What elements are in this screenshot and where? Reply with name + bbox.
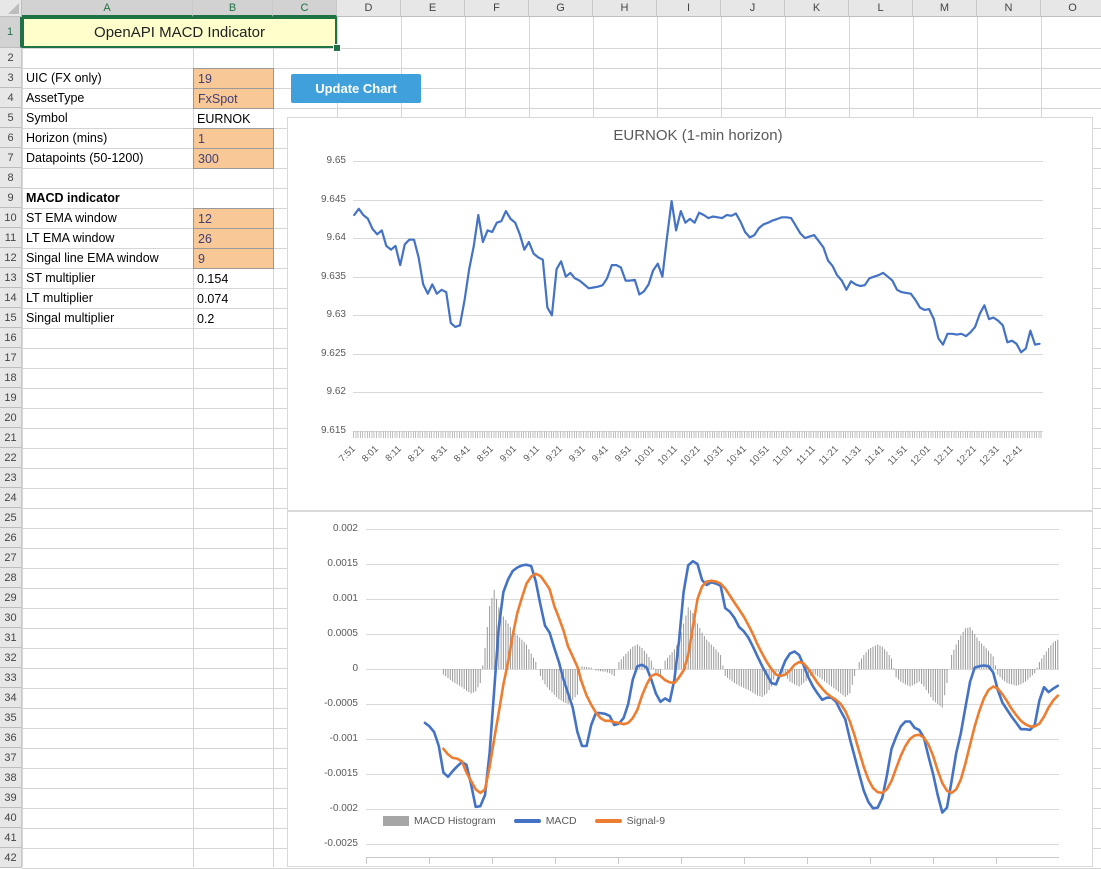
legend-histogram-swatch: [383, 816, 409, 826]
y-axis-label: 0.002: [288, 523, 358, 534]
gridline: [353, 277, 1043, 278]
cell-A10[interactable]: ST EMA window: [22, 208, 193, 228]
cell-B12[interactable]: 9: [193, 248, 274, 269]
cell-B5[interactable]: EURNOK: [193, 108, 274, 129]
gridline: [366, 704, 1059, 705]
legend-histogram-label: MACD Histogram: [414, 815, 496, 827]
cell-A15[interactable]: Singal multiplier: [22, 308, 193, 328]
sheet-title: OpenAPI MACD Indicator: [94, 24, 265, 41]
gridline: [366, 844, 1059, 845]
cell-B10[interactable]: 12: [193, 208, 274, 229]
excel-window: { "sheet": { "title_cell": { "text": "Op…: [0, 0, 1101, 867]
price-chart-title: EURNOK (1-min horizon): [353, 127, 1043, 144]
selection-fill-handle[interactable]: [333, 44, 341, 52]
y-axis-label: -0.0025: [288, 838, 358, 849]
cell-A7[interactable]: Datapoints (50-1200): [22, 148, 193, 168]
gridline: [366, 774, 1059, 775]
y-axis-label: 0.0015: [288, 558, 358, 569]
cell-A14[interactable]: LT multiplier: [22, 288, 193, 308]
gridline: [353, 161, 1043, 162]
cell-B7[interactable]: 300: [193, 148, 274, 169]
y-axis-label: 9.62: [288, 386, 346, 397]
cell-A9[interactable]: MACD indicator: [22, 188, 193, 208]
gridline: [366, 529, 1059, 530]
gridline: [353, 200, 1043, 201]
y-axis-label: -0.001: [288, 733, 358, 744]
y-axis-label: 9.645: [288, 194, 346, 205]
gridline: [366, 739, 1059, 740]
update-chart-button[interactable]: Update Chart: [291, 74, 421, 103]
y-axis-label: 0.001: [288, 593, 358, 604]
price-chart[interactable]: EURNOK (1-min horizon) 9.65 9.645 9.64 9.635…: [287, 117, 1093, 511]
x-axis-tick-band: [353, 431, 1043, 438]
gridline: [366, 669, 1059, 670]
gridline: [353, 392, 1043, 393]
legend-macd-swatch: [514, 819, 541, 823]
gridline: [353, 354, 1043, 355]
legend-signal-swatch: [595, 819, 622, 823]
x-axis-tick-band: [366, 857, 1059, 864]
cell-A5[interactable]: Symbol: [22, 108, 193, 128]
cell-A13[interactable]: ST multiplier: [22, 268, 193, 288]
cell-B3[interactable]: 19: [193, 68, 274, 89]
y-axis-label: 0.0005: [288, 628, 358, 639]
legend-signal: Signal-9: [595, 815, 666, 827]
gridline: [366, 564, 1059, 565]
legend-macd: MACD: [514, 815, 577, 827]
y-axis-label: 9.65: [288, 155, 346, 166]
legend: MACD Histogram MACD Signal-9: [383, 815, 665, 827]
cell-B6[interactable]: 1: [193, 128, 274, 149]
y-axis-label: 9.63: [288, 309, 346, 320]
y-axis-label: 9.635: [288, 271, 346, 282]
cell-A11[interactable]: LT EMA window: [22, 228, 193, 248]
legend-macd-label: MACD: [546, 815, 577, 827]
y-axis-label: 9.615: [288, 425, 346, 436]
cell-B4[interactable]: FxSpot: [193, 88, 274, 109]
cell-A4[interactable]: AssetType: [22, 88, 193, 108]
cell-A6[interactable]: Horizon (mins): [22, 128, 193, 148]
gridline: [366, 599, 1059, 600]
title-merged-cell[interactable]: OpenAPI MACD Indicator: [22, 17, 337, 48]
y-axis-label: -0.0015: [288, 768, 358, 779]
signal-9-line: [443, 574, 1057, 793]
y-axis-label: -0.0005: [288, 698, 358, 709]
macd-histogram-bars: [443, 590, 1057, 708]
gridline: [353, 238, 1043, 239]
cell-A3[interactable]: UIC (FX only): [22, 68, 193, 88]
macd-chart[interactable]: 0.002 0.0015 0.001 0.0005 0 -0.0005 -0.001 -0.0…: [287, 511, 1093, 867]
gridline: [366, 634, 1059, 635]
cell-B15[interactable]: 0.2: [193, 308, 274, 329]
y-axis-label: -0.002: [288, 803, 358, 814]
cell-B11[interactable]: 26: [193, 228, 274, 249]
legend-histogram: MACD Histogram: [383, 815, 496, 827]
cell-B13[interactable]: 0.154: [193, 268, 274, 289]
legend-signal-label: Signal-9: [627, 815, 666, 827]
gridline: [366, 809, 1059, 810]
y-axis-label: 9.625: [288, 348, 346, 359]
gridline: [353, 315, 1043, 316]
cell-A12[interactable]: Singal line EMA window: [22, 248, 193, 268]
cell-B14[interactable]: 0.074: [193, 288, 274, 309]
y-axis-label: 9.64: [288, 232, 346, 243]
y-axis-label: 0: [288, 663, 358, 674]
